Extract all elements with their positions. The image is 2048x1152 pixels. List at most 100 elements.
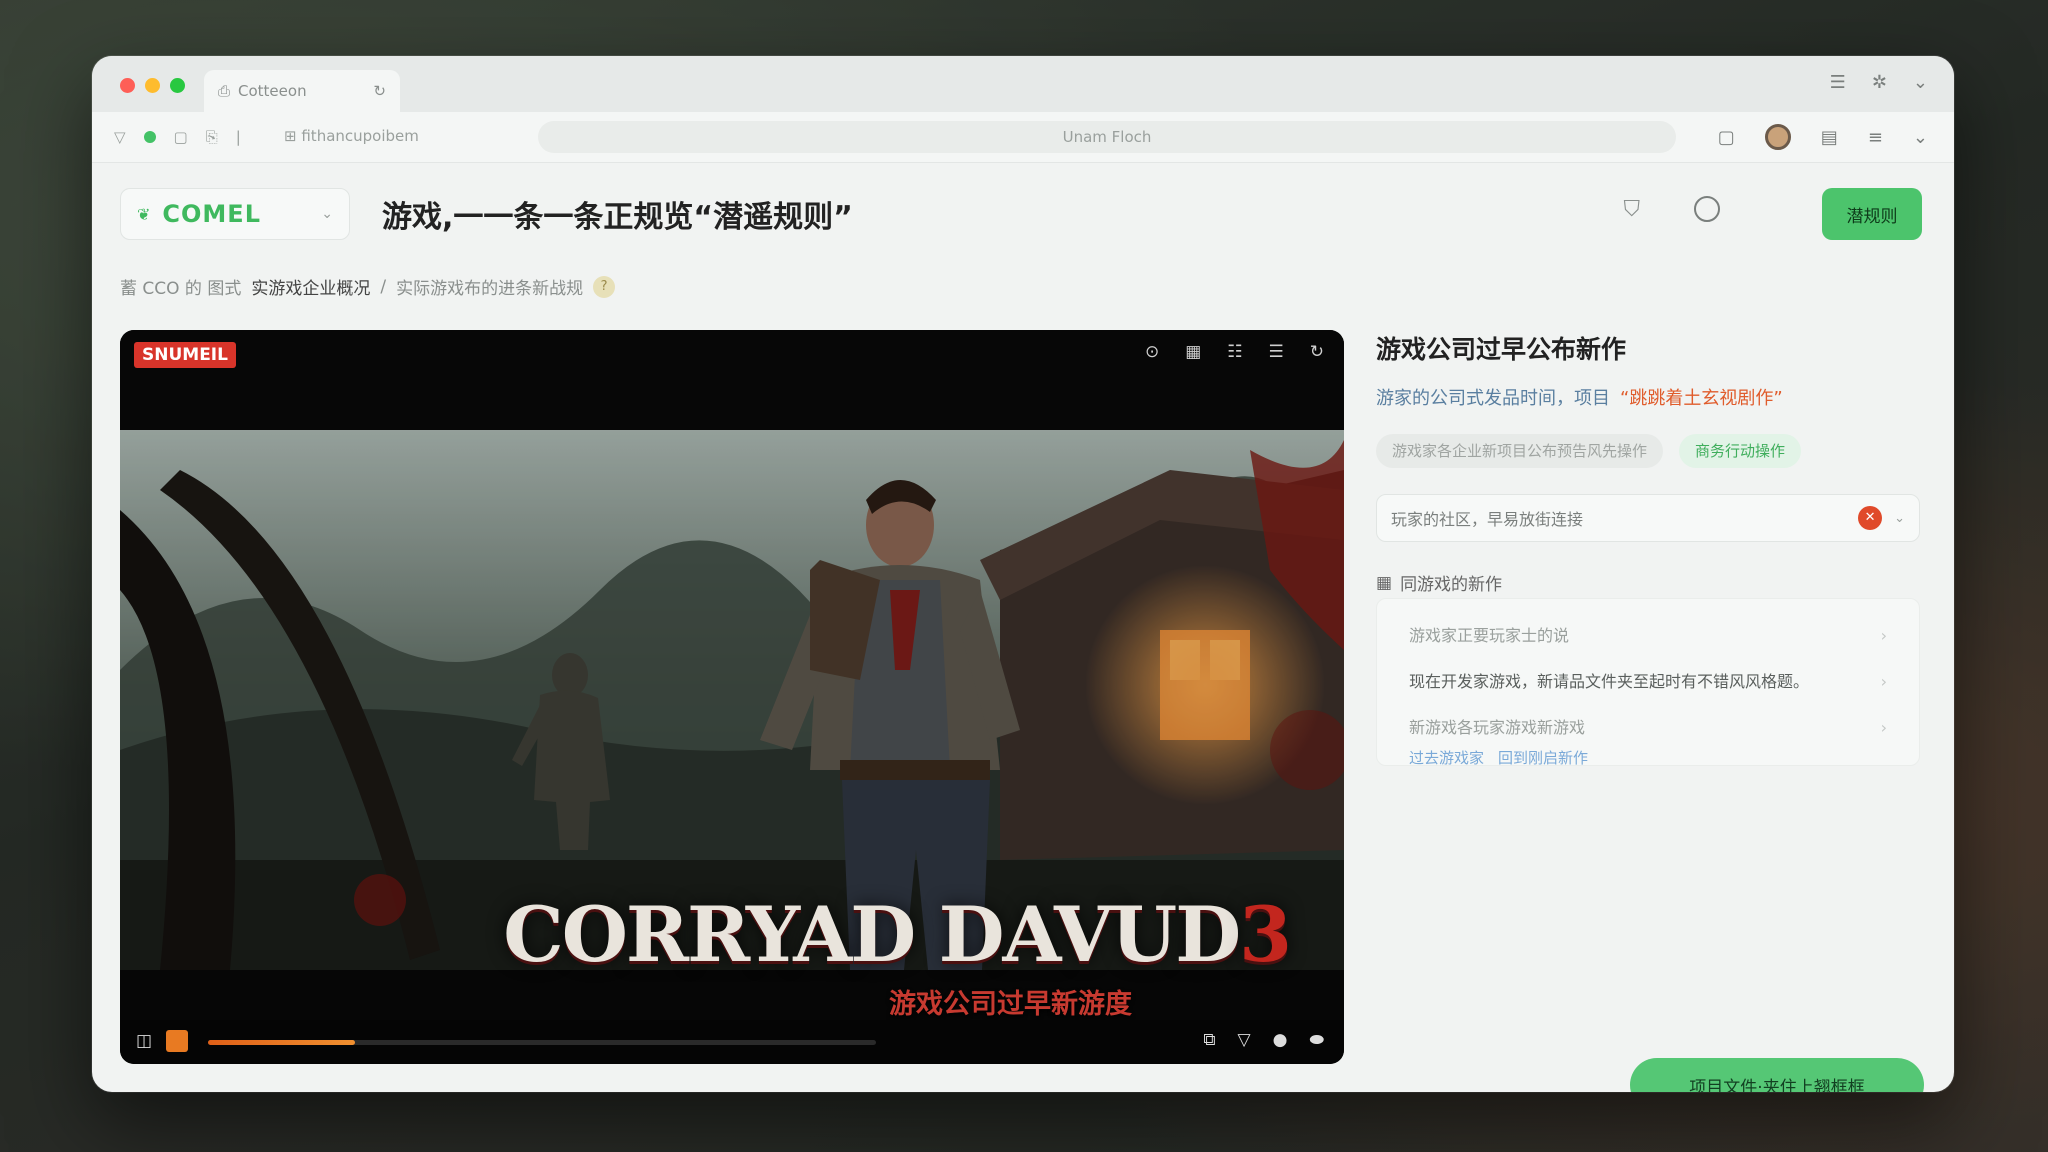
panel-title: 游戏公司过早公布新作 xyxy=(1376,335,1627,364)
grid-icon: ▦ xyxy=(1376,572,1393,593)
picture-in-picture-icon[interactable]: ⧉ xyxy=(1203,1030,1215,1050)
brand-selector[interactable]: ❦ COMEL ⌄ xyxy=(120,188,350,240)
window-icon[interactable]: ▢ xyxy=(1718,127,1735,148)
panel-subtitle-text: 游家的公司式发品时间，项目 xyxy=(1376,388,1610,409)
game-title: CORRYAD DAVUD3 xyxy=(503,890,1292,979)
list-item-text: 新游戏各玩家游戏新游戏 xyxy=(1409,718,1586,737)
panel-icon[interactable]: ◫ xyxy=(136,1031,152,1051)
channel-logo: SNUMEIL xyxy=(134,342,236,368)
tab-list-icon[interactable]: ☰ xyxy=(1830,72,1846,93)
player-top-actions: ⊙ ▦ ☷ ☰ ↻ xyxy=(1145,342,1324,362)
help-icon[interactable]: ? xyxy=(593,275,616,298)
section-label: ▦ 同游戏的新作 xyxy=(1376,570,1503,596)
game-subtitle: 游戏公司过早新游度 xyxy=(889,989,1132,1020)
quality-icon[interactable]: ▽ xyxy=(1238,1030,1251,1050)
header-actions: ⛉ xyxy=(1623,196,1720,222)
community-select[interactable]: 玩家的社区，早易放街连接 ✕ ⌄ xyxy=(1376,494,1920,542)
leaf-icon: ❦ xyxy=(137,204,151,224)
chevron-down-icon: ⌄ xyxy=(321,206,333,222)
list-links: 过去游戏家 回到刚启新作 xyxy=(1409,747,1588,768)
related-list: 游戏家正要玩家士的说 › 现在开发家游戏，新请品文件夹至起时有不错风风格题。 ›… xyxy=(1376,598,1920,768)
details-panel: 游戏公司过早公布新作 游家的公司式发品时间，项目 “跳跳着土玄视剧作” 游戏家各企… xyxy=(1376,330,1924,1092)
breadcrumb-item-2[interactable]: 实际游戏布的进条新战规 xyxy=(396,274,583,299)
site-identity[interactable]: ⊞ fithancupoibem xyxy=(284,127,419,145)
sidebar-toggle-icon[interactable]: ▢ xyxy=(174,128,188,146)
site-name: fithancupoibem xyxy=(301,127,419,145)
fullscreen-icon[interactable]: ⬬ xyxy=(1309,1030,1324,1050)
tag-pill-active[interactable]: 商务行动操作 xyxy=(1679,434,1802,468)
address-bar: ▽ ▢ ⎘ | ⊞ fithancupoibem Unam Floch ▢ ▤ … xyxy=(92,112,1954,163)
divider-icon: | xyxy=(235,128,241,146)
panel-subtitle-warning[interactable]: “跳跳着土玄视剧作” xyxy=(1620,388,1783,409)
list-item[interactable]: 游戏家正要玩家士的说 › xyxy=(1377,613,1919,659)
list-link[interactable]: 过去游戏家 xyxy=(1409,747,1484,768)
progress-bar[interactable] xyxy=(208,1040,876,1045)
video-player[interactable]: SNUMEIL ⊙ ▦ ☷ ☰ ↻ CORRYAD DAVUD3 游戏公司过早新… xyxy=(120,330,1344,1064)
tag-pill[interactable]: 游戏家各企业新项目公布预告风先操作 xyxy=(1376,434,1664,468)
breadcrumb-item-1[interactable]: 实游戏企业概况 xyxy=(251,274,370,299)
profile-avatar[interactable] xyxy=(1764,124,1791,150)
player-controls-left: ◫ xyxy=(136,1030,189,1052)
list-item-text: 现在开发家游戏，新请品文件夹至起时有不错风风格题。 xyxy=(1409,672,1810,691)
chevron-down-icon[interactable]: ⌄ xyxy=(1913,72,1928,93)
cast-icon[interactable]: ☷ xyxy=(1227,342,1242,362)
list-link[interactable]: 回到刚启新作 xyxy=(1498,747,1588,768)
reading-list-icon[interactable]: ▤ xyxy=(1821,127,1838,148)
brand-name: COMEL xyxy=(162,200,261,228)
project-files-button[interactable]: 项目文件·夹住上翘框框 xyxy=(1630,1058,1924,1092)
chevron-down-icon[interactable]: ⌄ xyxy=(1913,127,1928,148)
volume-icon[interactable]: ● xyxy=(1273,1030,1288,1050)
extensions-icon[interactable]: ✲ xyxy=(1872,72,1887,93)
game-artwork xyxy=(120,430,1344,970)
tab-bar: ⎙ Cotteeon ↻ ☰ ✲ ⌄ xyxy=(92,56,1954,112)
breadcrumb: 蓄 CCO 的 图式 实游戏企业概况 / 实际游戏布的进条新战规 ? xyxy=(120,274,616,299)
notification-badge-icon: ✕ xyxy=(1858,506,1883,530)
list-item-text: 游戏家正要玩家士的说 xyxy=(1409,626,1570,645)
progress-fill xyxy=(208,1040,355,1045)
reload-icon[interactable]: ↻ xyxy=(373,82,386,100)
url-input[interactable]: Unam Floch xyxy=(538,121,1676,153)
page-icon: ⎙ xyxy=(218,82,231,100)
list-item[interactable]: 新游戏各玩家游戏新游戏 › xyxy=(1377,705,1919,751)
window-controls xyxy=(120,78,185,93)
playlist-icon[interactable]: ☰ xyxy=(1269,342,1284,362)
panel-subtitle: 游家的公司式发品时间，项目 “跳跳着土玄视剧作” xyxy=(1376,384,1783,410)
game-title-text: CORRYAD DAVUD xyxy=(503,890,1241,979)
chevron-down-icon: ⌄ xyxy=(1894,510,1905,526)
minimize-window-button[interactable] xyxy=(145,78,160,93)
rules-button[interactable]: 潜规则 xyxy=(1822,188,1922,240)
tab-title: Cotteeon xyxy=(238,82,307,100)
shield-icon[interactable]: ▽ xyxy=(114,128,126,146)
list-item[interactable]: 现在开发家游戏，新请品文件夹至起时有不错风风格题。 › xyxy=(1377,659,1919,705)
chevron-right-icon: › xyxy=(1880,672,1887,691)
secure-indicator-icon xyxy=(143,131,156,143)
maximize-window-button[interactable] xyxy=(170,78,185,93)
player-controls-right: ⧉ ▽ ● ⬬ xyxy=(1203,1030,1324,1050)
page-title: 游戏,一一条一条正规览“潜遥规则” xyxy=(382,200,853,235)
replay-icon[interactable]: ↻ xyxy=(1310,342,1324,362)
share-icon[interactable]: ⎘ xyxy=(206,128,218,146)
tab-bar-actions: ☰ ✲ ⌄ xyxy=(1830,72,1928,93)
bookmark-icon[interactable]: ⛉ xyxy=(1623,197,1640,222)
game-title-number: 3 xyxy=(1239,890,1292,979)
player-controls: ◫ ⧉ ▽ ● ⬬ xyxy=(120,1020,1344,1064)
reader-icon: ⊞ xyxy=(284,127,297,145)
settings-icon[interactable]: ⊙ xyxy=(1145,342,1159,362)
menu-icon[interactable]: ≡ xyxy=(1868,127,1883,148)
browser-window: ⎙ Cotteeon ↻ ☰ ✲ ⌄ ▽ ▢ ⎘ | ⊞ fithancupoi… xyxy=(92,56,1954,1092)
breadcrumb-separator: / xyxy=(380,276,387,297)
section-label-text: 同游戏的新作 xyxy=(1400,575,1503,595)
chevron-right-icon: › xyxy=(1880,626,1887,645)
play-icon[interactable] xyxy=(166,1030,189,1052)
browser-tab[interactable]: ⎙ Cotteeon ↻ xyxy=(204,70,400,112)
breadcrumb-prefix: 蓄 CCO 的 图式 xyxy=(120,279,242,299)
nav-controls: ▽ ▢ ⎘ | xyxy=(114,128,241,146)
captions-icon[interactable]: ▦ xyxy=(1185,342,1201,362)
circle-icon[interactable] xyxy=(1694,196,1720,222)
chevron-right-icon: › xyxy=(1880,718,1887,737)
select-value: 玩家的社区，早易放街连接 xyxy=(1391,510,1584,529)
tag-row: 游戏家各企业新项目公布预告风先操作 商务行动操作 xyxy=(1376,434,1802,468)
close-window-button[interactable] xyxy=(120,78,135,93)
player-top-bar: SNUMEIL ⊙ ▦ ☷ ☰ ↻ xyxy=(120,330,1344,430)
toolbar-actions: ▢ ▤ ≡ ⌄ xyxy=(1718,124,1928,150)
